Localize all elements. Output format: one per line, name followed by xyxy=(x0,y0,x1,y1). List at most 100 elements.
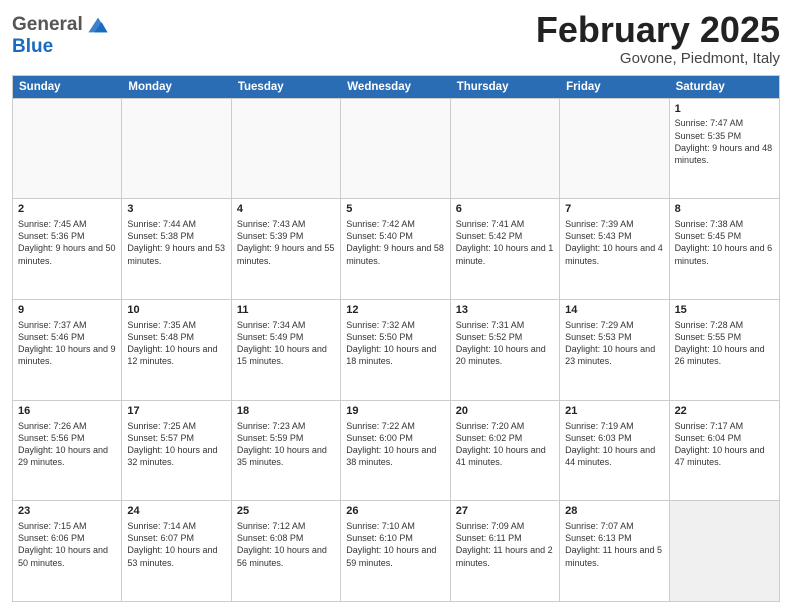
day-number: 8 xyxy=(675,202,774,217)
calendar-cell: 28Sunrise: 7:07 AM Sunset: 6:13 PM Dayli… xyxy=(560,501,669,601)
day-info: Sunrise: 7:43 AM Sunset: 5:39 PM Dayligh… xyxy=(237,218,335,267)
calendar-cell xyxy=(560,99,669,199)
day-number: 25 xyxy=(237,504,335,519)
day-info: Sunrise: 7:31 AM Sunset: 5:52 PM Dayligh… xyxy=(456,319,554,368)
day-info: Sunrise: 7:34 AM Sunset: 5:49 PM Dayligh… xyxy=(237,319,335,368)
calendar-cell xyxy=(232,99,341,199)
title-block: February 2025 Govone, Piedmont, Italy xyxy=(536,10,780,67)
day-info: Sunrise: 7:32 AM Sunset: 5:50 PM Dayligh… xyxy=(346,319,444,368)
calendar-week-2: 9Sunrise: 7:37 AM Sunset: 5:46 PM Daylig… xyxy=(13,299,779,400)
calendar-cell: 25Sunrise: 7:12 AM Sunset: 6:08 PM Dayli… xyxy=(232,501,341,601)
calendar-cell xyxy=(341,99,450,199)
calendar-week-0: 1Sunrise: 7:47 AM Sunset: 5:35 PM Daylig… xyxy=(13,98,779,199)
day-info: Sunrise: 7:44 AM Sunset: 5:38 PM Dayligh… xyxy=(127,218,225,267)
header-day-wednesday: Wednesday xyxy=(341,76,450,98)
calendar-cell: 19Sunrise: 7:22 AM Sunset: 6:00 PM Dayli… xyxy=(341,401,450,501)
day-number: 3 xyxy=(127,202,225,217)
day-info: Sunrise: 7:09 AM Sunset: 6:11 PM Dayligh… xyxy=(456,520,554,569)
day-number: 6 xyxy=(456,202,554,217)
calendar-cell: 14Sunrise: 7:29 AM Sunset: 5:53 PM Dayli… xyxy=(560,300,669,400)
calendar-cell: 15Sunrise: 7:28 AM Sunset: 5:55 PM Dayli… xyxy=(670,300,779,400)
day-number: 7 xyxy=(565,202,663,217)
day-number: 9 xyxy=(18,303,116,318)
day-number: 10 xyxy=(127,303,225,318)
page: General Blue February 2025 Govone, Piedm… xyxy=(0,0,792,612)
day-info: Sunrise: 7:28 AM Sunset: 5:55 PM Dayligh… xyxy=(675,319,774,368)
calendar-cell: 6Sunrise: 7:41 AM Sunset: 5:42 PM Daylig… xyxy=(451,199,560,299)
header-day-thursday: Thursday xyxy=(451,76,560,98)
calendar-cell: 9Sunrise: 7:37 AM Sunset: 5:46 PM Daylig… xyxy=(13,300,122,400)
calendar-cell: 18Sunrise: 7:23 AM Sunset: 5:59 PM Dayli… xyxy=(232,401,341,501)
calendar-cell: 13Sunrise: 7:31 AM Sunset: 5:52 PM Dayli… xyxy=(451,300,560,400)
month-title: February 2025 xyxy=(536,10,780,50)
calendar-cell: 4Sunrise: 7:43 AM Sunset: 5:39 PM Daylig… xyxy=(232,199,341,299)
header-day-friday: Friday xyxy=(560,76,669,98)
header-day-sunday: Sunday xyxy=(13,76,122,98)
calendar-cell xyxy=(451,99,560,199)
calendar-cell xyxy=(13,99,122,199)
calendar-cell: 24Sunrise: 7:14 AM Sunset: 6:07 PM Dayli… xyxy=(122,501,231,601)
calendar-cell: 10Sunrise: 7:35 AM Sunset: 5:48 PM Dayli… xyxy=(122,300,231,400)
day-info: Sunrise: 7:10 AM Sunset: 6:10 PM Dayligh… xyxy=(346,520,444,569)
day-number: 19 xyxy=(346,404,444,419)
header-day-tuesday: Tuesday xyxy=(232,76,341,98)
calendar-cell: 2Sunrise: 7:45 AM Sunset: 5:36 PM Daylig… xyxy=(13,199,122,299)
header-day-monday: Monday xyxy=(122,76,231,98)
calendar-week-4: 23Sunrise: 7:15 AM Sunset: 6:06 PM Dayli… xyxy=(13,500,779,601)
day-number: 14 xyxy=(565,303,663,318)
day-info: Sunrise: 7:20 AM Sunset: 6:02 PM Dayligh… xyxy=(456,420,554,469)
calendar-cell: 11Sunrise: 7:34 AM Sunset: 5:49 PM Dayli… xyxy=(232,300,341,400)
calendar-cell xyxy=(670,501,779,601)
day-number: 26 xyxy=(346,504,444,519)
day-info: Sunrise: 7:35 AM Sunset: 5:48 PM Dayligh… xyxy=(127,319,225,368)
day-number: 13 xyxy=(456,303,554,318)
header: General Blue February 2025 Govone, Piedm… xyxy=(12,10,780,67)
day-info: Sunrise: 7:38 AM Sunset: 5:45 PM Dayligh… xyxy=(675,218,774,267)
day-number: 1 xyxy=(675,102,774,117)
day-info: Sunrise: 7:39 AM Sunset: 5:43 PM Dayligh… xyxy=(565,218,663,267)
calendar-week-3: 16Sunrise: 7:26 AM Sunset: 5:56 PM Dayli… xyxy=(13,400,779,501)
calendar-cell: 21Sunrise: 7:19 AM Sunset: 6:03 PM Dayli… xyxy=(560,401,669,501)
calendar-cell: 20Sunrise: 7:20 AM Sunset: 6:02 PM Dayli… xyxy=(451,401,560,501)
calendar-cell: 27Sunrise: 7:09 AM Sunset: 6:11 PM Dayli… xyxy=(451,501,560,601)
calendar-cell: 17Sunrise: 7:25 AM Sunset: 5:57 PM Dayli… xyxy=(122,401,231,501)
calendar-cell: 22Sunrise: 7:17 AM Sunset: 6:04 PM Dayli… xyxy=(670,401,779,501)
day-info: Sunrise: 7:26 AM Sunset: 5:56 PM Dayligh… xyxy=(18,420,116,469)
logo-icon xyxy=(87,14,109,36)
day-info: Sunrise: 7:19 AM Sunset: 6:03 PM Dayligh… xyxy=(565,420,663,469)
day-info: Sunrise: 7:25 AM Sunset: 5:57 PM Dayligh… xyxy=(127,420,225,469)
day-info: Sunrise: 7:12 AM Sunset: 6:08 PM Dayligh… xyxy=(237,520,335,569)
day-number: 2 xyxy=(18,202,116,217)
day-number: 4 xyxy=(237,202,335,217)
day-info: Sunrise: 7:41 AM Sunset: 5:42 PM Dayligh… xyxy=(456,218,554,267)
day-info: Sunrise: 7:29 AM Sunset: 5:53 PM Dayligh… xyxy=(565,319,663,368)
day-info: Sunrise: 7:14 AM Sunset: 6:07 PM Dayligh… xyxy=(127,520,225,569)
header-day-saturday: Saturday xyxy=(670,76,779,98)
calendar-cell: 5Sunrise: 7:42 AM Sunset: 5:40 PM Daylig… xyxy=(341,199,450,299)
day-number: 24 xyxy=(127,504,225,519)
calendar-cell: 8Sunrise: 7:38 AM Sunset: 5:45 PM Daylig… xyxy=(670,199,779,299)
day-number: 21 xyxy=(565,404,663,419)
day-number: 23 xyxy=(18,504,116,519)
day-number: 18 xyxy=(237,404,335,419)
day-info: Sunrise: 7:42 AM Sunset: 5:40 PM Dayligh… xyxy=(346,218,444,267)
location: Govone, Piedmont, Italy xyxy=(536,50,780,67)
logo: General Blue xyxy=(12,14,109,58)
day-number: 5 xyxy=(346,202,444,217)
calendar-cell: 16Sunrise: 7:26 AM Sunset: 5:56 PM Dayli… xyxy=(13,401,122,501)
calendar-cell: 26Sunrise: 7:10 AM Sunset: 6:10 PM Dayli… xyxy=(341,501,450,601)
day-number: 17 xyxy=(127,404,225,419)
day-number: 11 xyxy=(237,303,335,318)
calendar-cell xyxy=(122,99,231,199)
day-number: 28 xyxy=(565,504,663,519)
day-number: 15 xyxy=(675,303,774,318)
day-info: Sunrise: 7:15 AM Sunset: 6:06 PM Dayligh… xyxy=(18,520,116,569)
calendar-body: 1Sunrise: 7:47 AM Sunset: 5:35 PM Daylig… xyxy=(13,98,779,601)
calendar-week-1: 2Sunrise: 7:45 AM Sunset: 5:36 PM Daylig… xyxy=(13,198,779,299)
calendar-cell: 1Sunrise: 7:47 AM Sunset: 5:35 PM Daylig… xyxy=(670,99,779,199)
calendar-cell: 7Sunrise: 7:39 AM Sunset: 5:43 PM Daylig… xyxy=(560,199,669,299)
logo-blue: Blue xyxy=(12,36,53,57)
calendar-cell: 12Sunrise: 7:32 AM Sunset: 5:50 PM Dayli… xyxy=(341,300,450,400)
logo-general: General xyxy=(12,14,83,36)
day-info: Sunrise: 7:07 AM Sunset: 6:13 PM Dayligh… xyxy=(565,520,663,569)
